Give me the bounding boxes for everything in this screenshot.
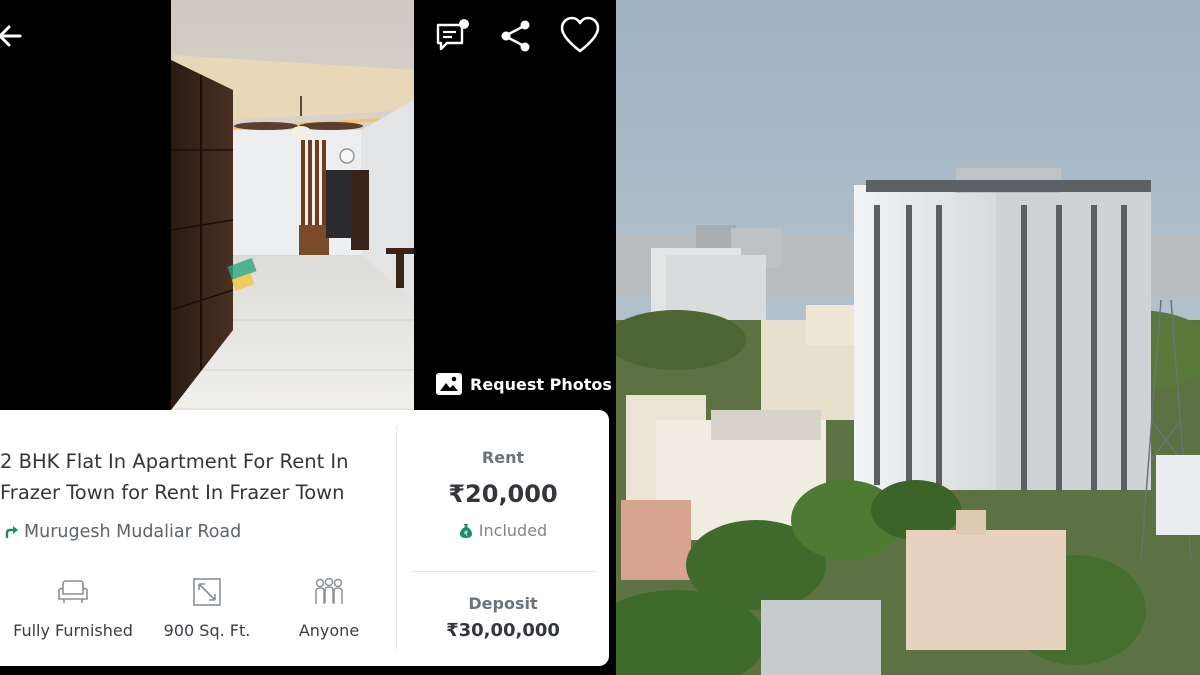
location-label: Murugesh Mudaliar Road xyxy=(24,522,242,542)
listing-title: 2 BHK Flat In Apartment For Rent In Fraz… xyxy=(0,450,349,504)
request-photos-label: Request Photos xyxy=(470,374,612,394)
svg-text:₹: ₹ xyxy=(464,530,469,538)
listing-details-card: 2 BHK Flat In Apartment For Rent In Fraz… xyxy=(0,410,609,666)
sofa-icon xyxy=(58,580,88,603)
feature-label: Fully Furnished xyxy=(13,621,133,640)
listing-info: 2 BHK Flat In Apartment For Rent In Fraz… xyxy=(0,410,388,666)
chat-icon xyxy=(436,19,469,51)
feature-list: Fully Furnished 900 Sq. Ft. Anyone xyxy=(0,575,388,645)
directions-icon xyxy=(5,526,18,538)
room-photo[interactable] xyxy=(171,0,414,410)
people-icon xyxy=(315,577,343,604)
heart-icon xyxy=(560,16,600,53)
money-bag-icon: ₹ xyxy=(459,523,472,538)
feature-furnishing: Fully Furnished xyxy=(8,575,138,640)
listing-screen: Request Photos 2 BHK Flat In Apartment F… xyxy=(0,0,616,675)
back-arrow-icon xyxy=(0,25,22,47)
city-skyline-photo xyxy=(616,0,1200,675)
rent-value: ₹20,000 xyxy=(448,480,558,508)
photo-gallery[interactable]: Request Photos xyxy=(0,0,616,410)
included-label: Included xyxy=(478,521,548,540)
image-icon xyxy=(436,373,462,395)
listing-location[interactable]: Murugesh Mudaliar Road xyxy=(4,522,241,542)
share-button[interactable] xyxy=(494,14,538,58)
favorite-button[interactable] xyxy=(558,14,602,58)
deposit-label: Deposit xyxy=(468,594,538,613)
room-photo-image xyxy=(171,0,414,410)
deposit-value: ₹30,00,000 xyxy=(446,620,560,641)
share-icon xyxy=(501,20,530,52)
chat-button[interactable] xyxy=(430,14,474,58)
feature-tenant: Anyone xyxy=(264,575,394,640)
price-summary: Rent ₹20,000 ₹ Included Deposit ₹30,00,0… xyxy=(397,410,609,666)
request-photos-button[interactable]: Request Photos xyxy=(436,370,612,398)
city-skyline-image xyxy=(616,0,1200,675)
rent-label: Rent xyxy=(481,448,525,467)
maintenance-included: ₹ Included xyxy=(397,521,609,540)
feature-area: 900 Sq. Ft. xyxy=(142,575,272,640)
feature-label: 900 Sq. Ft. xyxy=(163,621,251,640)
feature-label: Anyone xyxy=(298,621,360,640)
back-button[interactable] xyxy=(0,14,32,58)
area-expand-icon xyxy=(193,578,221,606)
